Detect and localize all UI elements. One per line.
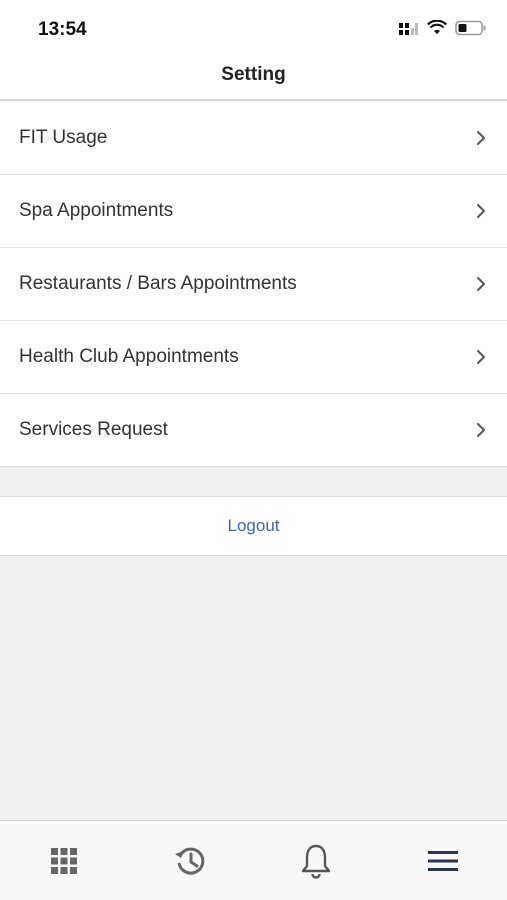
menu-item-label: Services Request [19, 419, 168, 440]
settings-menu: FIT Usage Spa Appointments Restaurants /… [0, 102, 507, 467]
menu-item-spa-appointments[interactable]: Spa Appointments [0, 175, 507, 248]
menu-item-label: Spa Appointments [19, 200, 174, 221]
menu-icon [428, 851, 458, 871]
status-time: 13:54 [38, 19, 87, 40]
wifi-icon [427, 20, 447, 34]
menu-item-services-request[interactable]: Services Request [0, 394, 507, 467]
battery-icon [455, 20, 486, 36]
menu-item-label: Health Club Appointments [19, 346, 239, 367]
tab-menu[interactable] [421, 839, 465, 883]
status-bar: 13:54 [0, 0, 507, 56]
menu-item-fit-usage[interactable]: FIT Usage [0, 102, 507, 175]
page-title: Setting [221, 64, 286, 85]
chevron-right-icon [477, 204, 485, 218]
menu-item-health-club-appointments[interactable]: Health Club Appointments [0, 321, 507, 394]
grid-icon [51, 848, 77, 874]
chevron-right-icon [477, 423, 485, 437]
tab-grid[interactable] [42, 839, 86, 883]
status-icons [399, 20, 487, 36]
chevron-right-icon [477, 131, 485, 145]
tab-bar [0, 820, 507, 900]
menu-item-label: FIT Usage [19, 127, 108, 148]
logout-label: Logout [227, 516, 280, 535]
nav-bar: Setting [0, 56, 507, 101]
tab-notifications[interactable] [294, 839, 338, 883]
menu-item-restaurants-bars-appointments[interactable]: Restaurants / Bars Appointments [0, 248, 507, 321]
menu-item-label: Restaurants / Bars Appointments [19, 273, 297, 294]
cellular-signal-icon [399, 23, 418, 35]
chevron-right-icon [477, 277, 485, 291]
history-icon [175, 847, 205, 875]
chevron-right-icon [477, 350, 485, 364]
bell-icon [301, 844, 331, 879]
logout-button[interactable]: Logout [0, 496, 507, 556]
tab-history[interactable] [168, 839, 212, 883]
